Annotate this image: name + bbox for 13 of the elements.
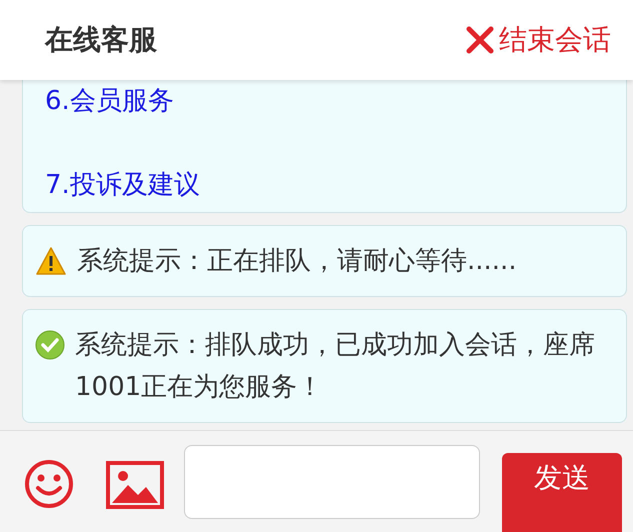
menu-option[interactable]: 7.投诉及建议 xyxy=(45,164,604,206)
image-icon[interactable] xyxy=(106,461,164,509)
message-input[interactable] xyxy=(184,445,480,519)
check-icon xyxy=(35,330,65,360)
page-title: 在线客服 xyxy=(45,22,157,58)
close-icon xyxy=(465,25,495,55)
menu-option[interactable]: 6.会员服务 xyxy=(45,80,604,122)
end-chat-button[interactable]: 结束会话 xyxy=(465,21,611,59)
send-button[interactable]: 发送 xyxy=(502,453,622,532)
warning-icon xyxy=(35,246,67,276)
system-message: 系统提示：正在排队，请耐心等待...... xyxy=(77,245,517,278)
smiley-icon[interactable] xyxy=(24,459,74,509)
system-message: 系统提示：排队成功，已成功加入会话，座席1001正在为您服务！ xyxy=(75,329,596,404)
